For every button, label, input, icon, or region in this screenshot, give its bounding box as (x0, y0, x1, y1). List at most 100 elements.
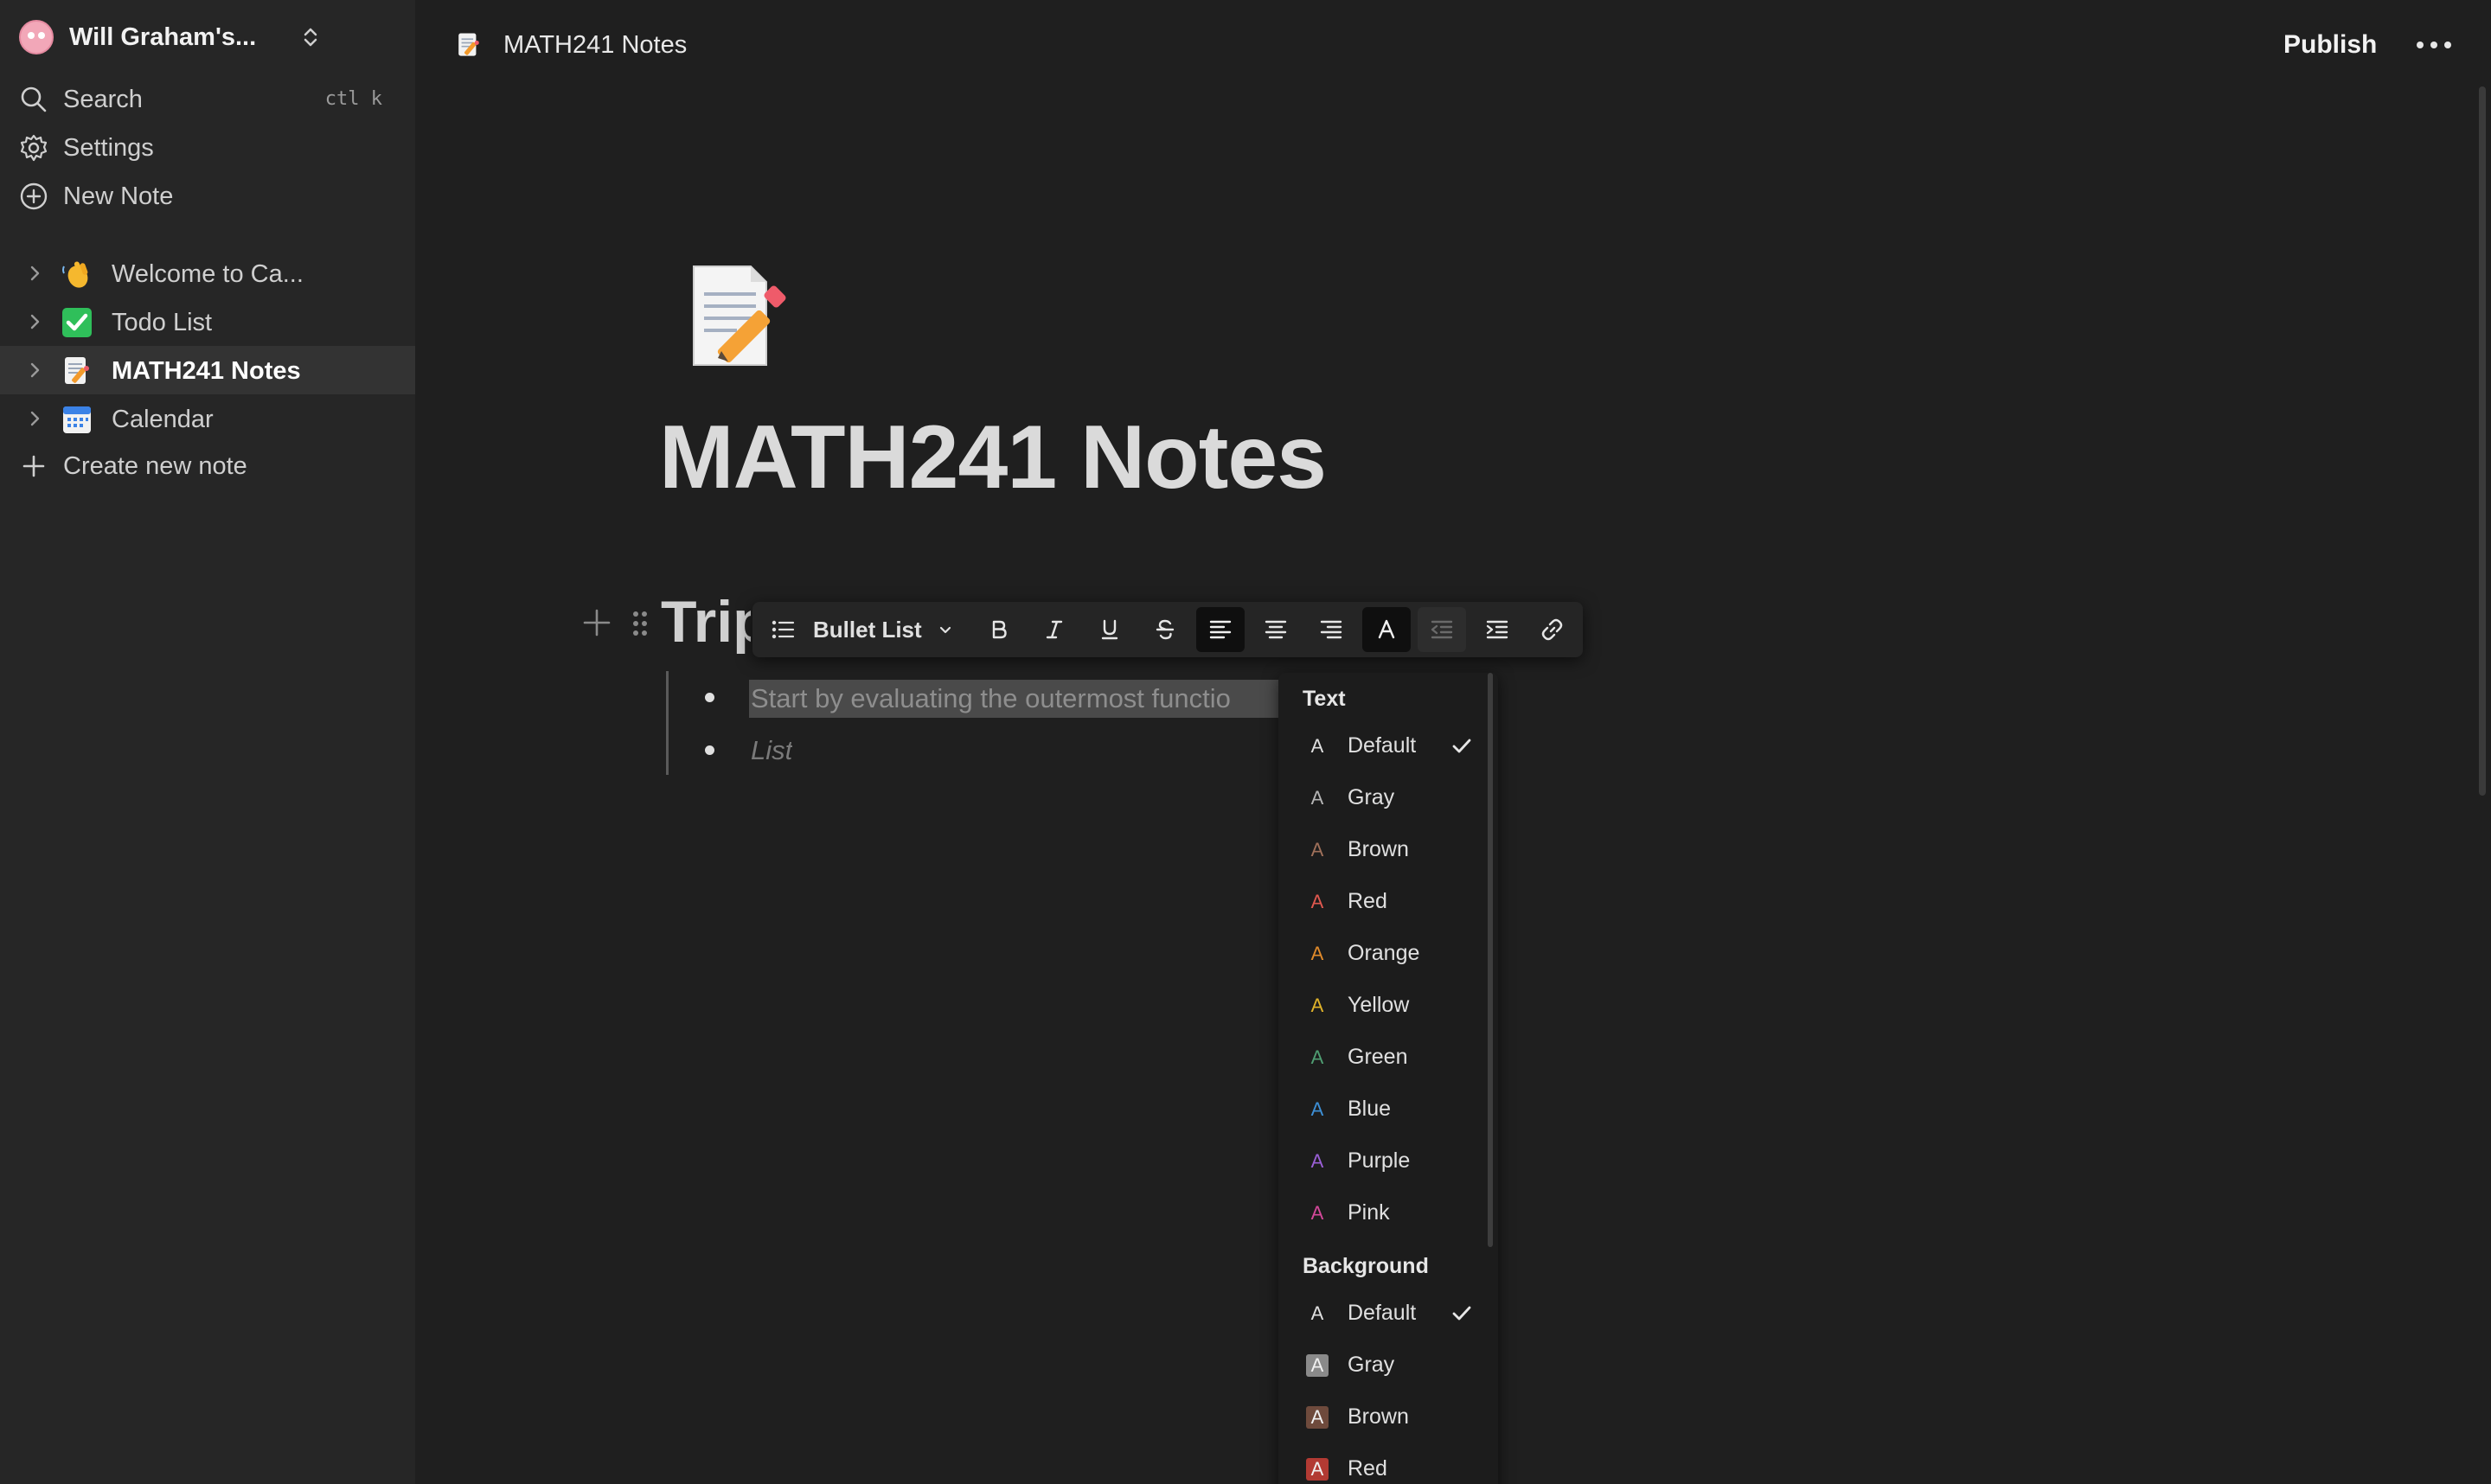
text-color-icon (1378, 619, 1395, 639)
text-color-heading: Text (1303, 687, 1346, 711)
underline-icon (1101, 619, 1118, 640)
align-right-button[interactable] (1307, 607, 1355, 652)
more-options-icon[interactable] (2413, 29, 2455, 61)
plus-icon (22, 455, 45, 477)
sidebar-item-label: MATH241 Notes (112, 357, 301, 385)
new-note-button[interactable]: New Note (19, 176, 391, 216)
list-item[interactable]: Start by evaluating the outermost functi… (749, 680, 1278, 718)
text-color-swatch-icon: A (1310, 1202, 1324, 1224)
heading-block[interactable]: Trip (661, 588, 751, 656)
color-option-label: Gray (1348, 785, 1395, 809)
chevron-right-icon[interactable] (24, 360, 45, 381)
color-option-label: Default (1348, 1301, 1417, 1325)
sidebar: Will Graham's... Search ctl k Settings N… (0, 0, 415, 1484)
text-color-option-yellow[interactable]: A Yellow (1278, 981, 1486, 1029)
strikethrough-button[interactable] (1141, 607, 1189, 652)
background-color-swatch-icon: A (1310, 1302, 1324, 1324)
background-color-option-brown[interactable]: A Brown (1278, 1392, 1486, 1441)
italic-icon (1046, 620, 1063, 639)
sidebar-item-todo[interactable]: Todo List (0, 297, 415, 346)
align-left-icon (1209, 620, 1232, 639)
text-color-option-orange[interactable]: A Orange (1278, 929, 1486, 977)
page-icon-memo[interactable] (683, 259, 796, 372)
bullet-list-icon (772, 620, 795, 639)
format-toolbar: Bullet List (752, 602, 1583, 657)
background-color-heading: Background (1303, 1254, 1429, 1278)
create-new-note-button[interactable]: Create new note (19, 446, 391, 486)
waving-hand-emoji (62, 261, 88, 288)
text-color-option-brown[interactable]: A Brown (1278, 825, 1486, 873)
bold-icon (992, 620, 1007, 639)
background-color-option-gray[interactable]: A Gray (1278, 1340, 1486, 1389)
sidebar-item-welcome[interactable]: Welcome to Ca... (0, 249, 415, 297)
background-color-option-red[interactable]: A Red (1278, 1444, 1486, 1484)
color-option-label: Yellow (1348, 993, 1410, 1017)
color-menu: Text A Default A Gray A Brown A Red A Orange A Yell… (1278, 673, 1498, 1484)
text-color-button[interactable] (1362, 607, 1411, 652)
list-item-placeholder[interactable]: List (751, 733, 792, 768)
indent-icon (1486, 620, 1508, 639)
list-block-indicator (666, 671, 669, 775)
list-bullet (705, 693, 714, 702)
sidebar-item-label: Todo List (112, 309, 213, 336)
workspace-name: Will Graham's... (69, 22, 257, 51)
page-title[interactable]: MATH241 Notes (659, 406, 1327, 509)
sidebar-item-math241[interactable]: MATH241 Notes (0, 346, 415, 394)
breadcrumb[interactable]: MATH241 Notes (455, 26, 687, 64)
workspace-avatar (19, 20, 54, 54)
create-new-note-label: Create new note (63, 451, 247, 480)
page-scrollbar[interactable] (2479, 86, 2486, 796)
sidebar-item-label: Calendar (112, 406, 214, 433)
text-color-option-red[interactable]: A Red (1278, 877, 1486, 925)
italic-button[interactable] (1030, 607, 1079, 652)
search-button[interactable]: Search ctl k (19, 80, 391, 119)
link-icon (1541, 618, 1563, 641)
color-option-label: Green (1348, 1045, 1408, 1069)
text-color-swatch-icon: A (1310, 839, 1324, 860)
chevron-right-icon[interactable] (24, 408, 45, 429)
chevron-up-down-icon[interactable] (298, 24, 323, 50)
search-icon (21, 86, 47, 112)
align-center-button[interactable] (1252, 607, 1300, 652)
text-color-option-pink[interactable]: A Pink (1278, 1188, 1486, 1237)
text-color-option-default[interactable]: A Default (1278, 721, 1486, 770)
align-left-button[interactable] (1196, 607, 1245, 652)
text-color-swatch-icon: A (1310, 891, 1324, 912)
color-option-label: Blue (1348, 1097, 1392, 1121)
text-color-option-blue[interactable]: A Blue (1278, 1084, 1486, 1133)
background-color-option-default[interactable]: A Default (1278, 1289, 1486, 1337)
chevron-right-icon[interactable] (24, 311, 45, 332)
align-right-icon (1320, 620, 1342, 639)
text-color-option-purple[interactable]: A Purple (1278, 1136, 1486, 1185)
indent-button[interactable] (1473, 607, 1521, 652)
text-color-option-green[interactable]: A Green (1278, 1033, 1486, 1081)
text-color-swatch-icon: A (1310, 735, 1324, 757)
memo-emoji (458, 33, 479, 56)
text-color-option-gray[interactable]: A Gray (1278, 773, 1486, 822)
settings-button[interactable]: Settings (19, 128, 391, 168)
text-color-swatch-icon: A (1310, 787, 1324, 809)
text-color-swatch-icon: A (1310, 995, 1324, 1016)
memo-emoji (65, 357, 89, 384)
sidebar-item-calendar[interactable]: Calendar (0, 394, 415, 443)
color-option-label: Red (1348, 1456, 1387, 1481)
plus-circle-icon (20, 182, 48, 210)
publish-button[interactable]: Publish (2283, 26, 2377, 64)
color-option-label: Gray (1348, 1353, 1395, 1377)
bold-button[interactable] (975, 607, 1023, 652)
calendar-emoji (63, 406, 91, 433)
color-option-label: Pink (1348, 1200, 1390, 1225)
underline-button[interactable] (1085, 607, 1134, 652)
chevron-right-icon[interactable] (24, 263, 45, 284)
block-type-label: Bullet List (813, 616, 922, 643)
color-option-label: Default (1348, 733, 1417, 758)
link-button[interactable] (1528, 607, 1577, 652)
text-color-swatch-icon: A (1310, 1150, 1324, 1172)
color-option-label: Brown (1348, 837, 1409, 861)
color-menu-scrollbar[interactable] (1488, 673, 1493, 1247)
block-type-dropdown[interactable]: Bullet List (770, 607, 953, 652)
workspace-switcher[interactable]: Will Graham's... (19, 19, 322, 55)
drag-handle-icon[interactable] (630, 609, 650, 638)
outdent-button[interactable] (1418, 607, 1466, 652)
add-block-icon[interactable] (581, 607, 612, 638)
